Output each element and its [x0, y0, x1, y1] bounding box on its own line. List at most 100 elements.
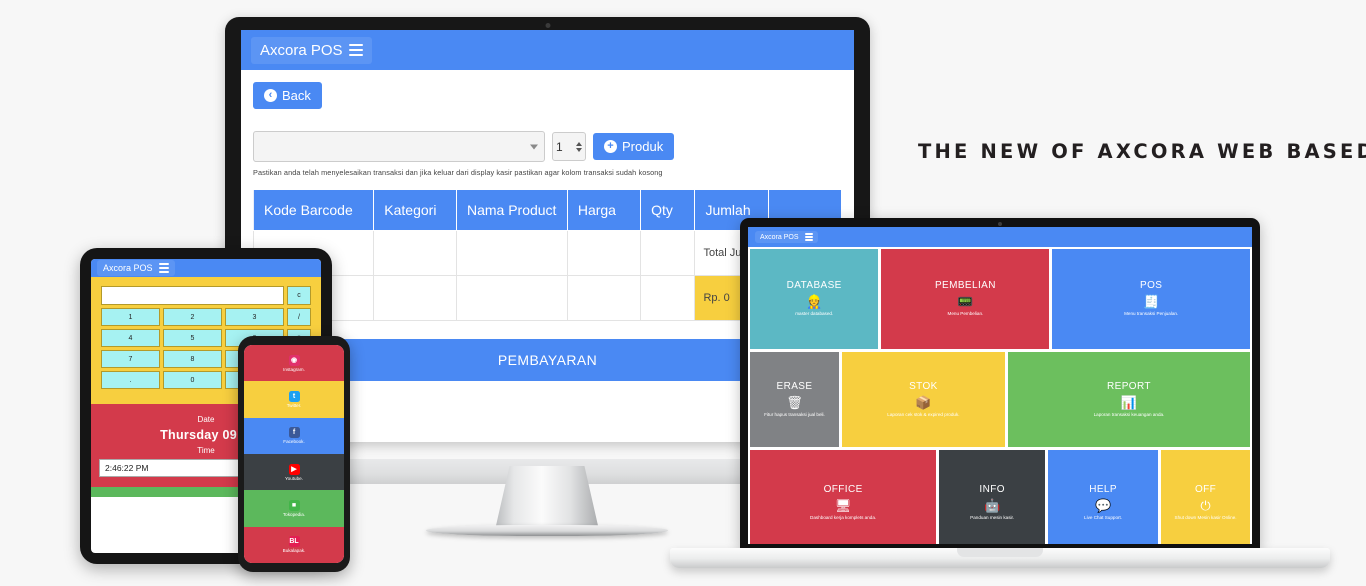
keypad-key-7[interactable]: 7 — [101, 350, 160, 368]
tile-subtitle: Panduan mesin kasir. — [970, 514, 1015, 520]
tile-off[interactable]: OFF ⏻ Shut down Mesin kasir Online. — [1161, 450, 1250, 544]
calculator-display[interactable] — [101, 286, 284, 305]
stepper-arrows-icon[interactable] — [576, 141, 582, 152]
calculator-top-row: c — [101, 286, 311, 305]
laptop-brand-label: Axcora POS — [760, 233, 799, 241]
calculator-clear-key[interactable]: c — [287, 286, 311, 305]
laptop-brand[interactable]: Axcora POS — [755, 230, 818, 244]
youtube-icon: ▶ — [288, 463, 300, 475]
transaction-hint: Pastikan anda telah menyelesaikan transa… — [253, 168, 663, 177]
back-button[interactable]: ‹ Back — [253, 82, 322, 109]
laptop-camera-icon — [998, 222, 1002, 226]
laptop-screen: Axcora POS DATABASE 👷 master databased. PEM… — [748, 227, 1252, 544]
tile-subtitle: Dashboard kerja komplets anda. — [810, 514, 877, 520]
chat-icon: 💬 — [1094, 497, 1112, 513]
keypad-key-5[interactable]: 5 — [163, 329, 222, 347]
tile-title: PEMBELIAN — [934, 280, 996, 292]
promo-stage: THE NEW OF AXCORA WEB BASED Axcora POS ‹… — [0, 0, 1366, 586]
tablet-brand[interactable]: Axcora POS — [97, 260, 175, 276]
social-item-label: Bukalapak. — [282, 548, 306, 554]
person-lock-icon: 👷 — [806, 294, 823, 310]
keypad-key-8[interactable]: 8 — [163, 350, 222, 368]
tile-report[interactable]: REPORT 📊 Laporan transaksi keuangan anda. — [1007, 352, 1250, 447]
cell-empty-4 — [566, 275, 642, 321]
instagram-icon: ◉ — [288, 354, 300, 366]
social-item-label: Facebook. — [283, 439, 305, 445]
keypad-row: 1 2 3/ — [101, 308, 311, 326]
social-item-facebook[interactable]: f Facebook. — [244, 417, 344, 454]
th-nama-product: Nama Product — [455, 189, 568, 231]
tile-database[interactable]: DATABASE 👷 master databased. — [750, 249, 879, 349]
tile-title: POS — [1140, 280, 1163, 292]
tile-subtitle: Live Chat Support. — [1084, 514, 1123, 520]
tokopedia-icon: ■ — [288, 499, 300, 511]
tile-subtitle: Menu transaksi Penjualan. — [1124, 311, 1179, 317]
keypad-key-/[interactable]: / — [287, 308, 311, 326]
hamburger-menu-icon[interactable] — [158, 262, 169, 274]
keypad-key-4[interactable]: 4 — [101, 329, 160, 347]
tiles-row-3: OFFICE 🖥 Dashboard kerja komplets anda. INF… — [750, 450, 1250, 544]
chevron-down-icon — [530, 144, 538, 149]
product-entry-row: 1 + Produk — [253, 131, 842, 162]
hamburger-menu-icon[interactable] — [804, 233, 813, 242]
power-icon: ⏻ — [1200, 497, 1211, 513]
tile-title: DATABASE — [786, 280, 842, 292]
receipt-printer-icon: 🧾 — [1143, 294, 1160, 310]
cell-empty-2 — [373, 275, 457, 321]
hamburger-menu-icon[interactable] — [348, 42, 363, 58]
dashboard-tiles: DATABASE 👷 master databased. PEMBELIAN 📟 Menu… — [748, 247, 1252, 544]
tile-pembelian[interactable]: PEMBELIAN 📟 Menu Pembelian. — [881, 249, 1050, 349]
th-harga: Harga — [566, 189, 642, 231]
add-product-button[interactable]: + Produk — [593, 133, 675, 160]
tile-subtitle: Laporan cek stok & expired produk. — [887, 411, 960, 417]
monitor-stand-base — [426, 525, 668, 536]
tablet-navbar: Axcora POS — [91, 259, 321, 277]
tile-info[interactable]: INFO 🤖 Panduan mesin kasir. — [939, 450, 1046, 544]
tile-subtitle: Menu Pembelian. — [947, 311, 984, 317]
keypad-key-1[interactable]: 1 — [101, 308, 160, 326]
tile-title: REPORT — [1107, 380, 1151, 392]
info-robot-icon: 🤖 — [984, 497, 1001, 513]
tile-help[interactable]: HELP 💬 Live Chat Support. — [1048, 450, 1159, 544]
tile-title: HELP — [1089, 483, 1117, 495]
keypad-key-2[interactable]: 2 — [163, 308, 222, 326]
tiles-row-1: DATABASE 👷 master databased. PEMBELIAN 📟 Menu… — [750, 249, 1250, 349]
laptop-mockup: Axcora POS DATABASE 👷 master databased. PEM… — [670, 218, 1330, 586]
social-item-bukalapak[interactable]: BL Bukalapak. — [244, 526, 344, 563]
clipboard-chart-icon: 📊 — [1120, 394, 1138, 410]
cash-register-icon: 📟 — [957, 294, 974, 310]
bukalapak-icon: BL — [288, 536, 300, 548]
tile-title: STOK — [909, 380, 938, 392]
laptop-bezel: Axcora POS DATABASE 👷 master databased. PEM… — [740, 218, 1260, 550]
tile-erase[interactable]: ERASE 🗑 Fitur hapus transaksi jual beli. — [750, 352, 839, 447]
tiles-row-2: ERASE 🗑 Fitur hapus transaksi jual beli. ST… — [750, 352, 1250, 447]
social-item-instagram[interactable]: ◉ Instagram. — [244, 345, 344, 382]
social-item-label: Youtube. — [285, 475, 303, 481]
monitor-brand[interactable]: Axcora POS — [251, 36, 372, 64]
tile-stok[interactable]: STOK 📦 Laporan cek stok & expired produk. — [841, 352, 1005, 447]
tile-title: OFFICE — [823, 483, 863, 495]
tile-subtitle: Laporan transaksi keuangan anda. — [1093, 411, 1165, 417]
tile-office[interactable]: OFFICE 🖥 Dashboard kerja komplets anda. — [750, 450, 937, 544]
tile-pos[interactable]: POS 🧾 Menu transaksi Penjualan. — [1052, 249, 1250, 349]
phone-mockup: ◉ Instagram. t Twitter. f Facebook. ▶ Youtube. ■… — [238, 336, 350, 572]
social-item-twitter[interactable]: t Twitter. — [244, 381, 344, 418]
quantity-stepper[interactable]: 1 — [552, 132, 586, 161]
monitor-stand-neck — [495, 466, 599, 530]
keypad-key-3[interactable]: 3 — [225, 308, 284, 326]
add-product-label: Produk — [622, 139, 664, 154]
keypad-key-0[interactable]: 0 — [163, 371, 222, 389]
monitor-navbar: Axcora POS — [241, 30, 854, 70]
product-select[interactable] — [253, 131, 545, 162]
monitor-brand-label: Axcora POS — [260, 41, 343, 59]
tile-subtitle: Fitur hapus transaksi jual beli. — [764, 411, 825, 417]
tile-title: OFF — [1194, 483, 1217, 495]
social-links-list: ◉ Instagram. t Twitter. f Facebook. ▶ Youtube. ■… — [244, 345, 344, 563]
monitor-camera-icon — [545, 23, 550, 28]
twitter-icon: t — [288, 390, 300, 402]
th-kode-barcode: Kode Barcode — [252, 189, 375, 231]
social-item-youtube[interactable]: ▶ Youtube. — [244, 453, 344, 491]
cell-kategori — [373, 230, 457, 276]
keypad-key-.[interactable]: . — [101, 371, 160, 389]
social-item-tokopedia[interactable]: ■ Tokopedia. — [244, 490, 344, 527]
